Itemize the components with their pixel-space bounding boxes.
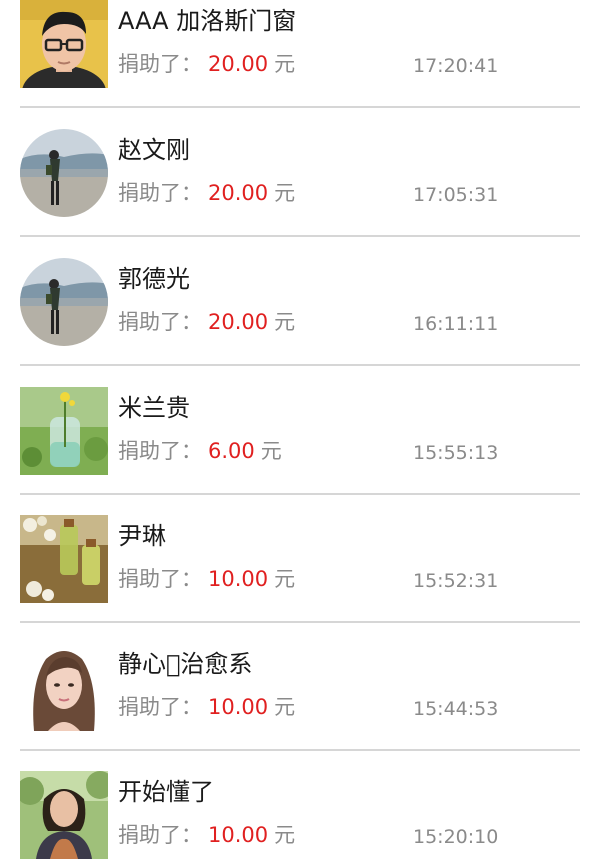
donation-amount: 10.00 bbox=[208, 567, 269, 591]
donor-name: 尹琳 bbox=[118, 522, 166, 550]
donated-label: 捐助了： bbox=[118, 567, 202, 591]
donation-list: AAA 加洛斯门窗 捐助了： 20.00 元 17:20:41 赵文刚 捐助了： 20… bbox=[0, 0, 600, 864]
donation-time: 15:55:13 bbox=[413, 442, 499, 464]
row-divider bbox=[20, 364, 580, 366]
currency-unit: 元 bbox=[274, 567, 296, 591]
donation-time: 15:20:10 bbox=[413, 826, 499, 848]
donation-time: 17:20:41 bbox=[413, 55, 499, 77]
avatar bbox=[20, 258, 108, 346]
donation-time: 15:44:53 bbox=[413, 698, 499, 720]
donation-info: 捐助了： 20.00 元 bbox=[118, 179, 295, 207]
donation-amount: 10.00 bbox=[208, 823, 269, 847]
photo-beach-figure-avatar bbox=[20, 129, 108, 217]
donation-time: 17:05:31 bbox=[413, 184, 499, 206]
donation-time: 16:11:11 bbox=[413, 313, 499, 335]
donation-amount: 6.00 bbox=[208, 439, 255, 463]
donation-amount: 20.00 bbox=[208, 310, 269, 334]
currency-unit: 元 bbox=[274, 695, 296, 719]
donation-info: 捐助了： 20.00 元 bbox=[118, 50, 295, 78]
photo-woman-outdoor-avatar bbox=[20, 771, 108, 859]
donation-row[interactable]: 静心 治愈系 捐助了： 10.00 元 15:44:53 bbox=[0, 643, 600, 771]
donated-label: 捐助了： bbox=[118, 439, 202, 463]
donor-name: AAA 加洛斯门窗 bbox=[118, 7, 297, 35]
donation-time: 15:52:31 bbox=[413, 570, 499, 592]
donation-info: 捐助了： 10.00 元 bbox=[118, 693, 295, 721]
currency-unit: 元 bbox=[274, 181, 296, 205]
donation-info: 捐助了： 6.00 元 bbox=[118, 437, 282, 465]
photo-bottles-flowers-avatar bbox=[20, 515, 108, 603]
avatar bbox=[20, 0, 108, 88]
donor-name: 郭德光 bbox=[118, 265, 190, 293]
avatar bbox=[20, 387, 108, 475]
donation-amount: 20.00 bbox=[208, 181, 269, 205]
photo-flower-vase-avatar bbox=[20, 387, 108, 475]
donor-name: 米兰贵 bbox=[118, 394, 190, 422]
avatar bbox=[20, 771, 108, 859]
donation-row[interactable]: 赵文刚 捐助了： 20.00 元 17:05:31 bbox=[0, 129, 600, 257]
currency-unit: 元 bbox=[274, 823, 296, 847]
donation-row[interactable]: AAA 加洛斯门窗 捐助了： 20.00 元 17:20:41 bbox=[0, 0, 600, 128]
currency-unit: 元 bbox=[274, 310, 296, 334]
donation-row[interactable]: 米兰贵 捐助了： 6.00 元 15:55:13 bbox=[0, 387, 600, 515]
donation-row[interactable]: 郭德光 捐助了： 20.00 元 16:11:11 bbox=[0, 258, 600, 386]
photo-beach-figure-avatar bbox=[20, 258, 108, 346]
donor-name: 赵文刚 bbox=[118, 136, 190, 164]
donation-info: 捐助了： 10.00 元 bbox=[118, 821, 295, 849]
donor-name: 静心 治愈系 bbox=[118, 650, 253, 678]
donated-label: 捐助了： bbox=[118, 52, 202, 76]
donation-amount: 10.00 bbox=[208, 695, 269, 719]
currency-unit: 元 bbox=[274, 52, 296, 76]
donation-amount: 20.00 bbox=[208, 52, 269, 76]
donated-label: 捐助了： bbox=[118, 181, 202, 205]
donation-info: 捐助了： 20.00 元 bbox=[118, 308, 295, 336]
row-divider bbox=[20, 621, 580, 623]
avatar bbox=[20, 129, 108, 217]
donated-label: 捐助了： bbox=[118, 823, 202, 847]
donated-label: 捐助了： bbox=[118, 310, 202, 334]
row-divider bbox=[20, 493, 580, 495]
photo-man-glasses-avatar bbox=[20, 0, 108, 88]
donation-row[interactable]: 尹琳 捐助了： 10.00 元 15:52:31 bbox=[0, 515, 600, 643]
donated-label: 捐助了： bbox=[118, 695, 202, 719]
currency-unit: 元 bbox=[260, 439, 282, 463]
avatar bbox=[20, 643, 108, 731]
row-divider bbox=[20, 235, 580, 237]
donation-row[interactable]: 开始懂了 捐助了： 10.00 元 15:20:10 bbox=[0, 771, 600, 864]
row-divider bbox=[20, 106, 580, 108]
donor-name: 开始懂了 bbox=[118, 778, 214, 806]
row-divider bbox=[20, 749, 580, 751]
donation-info: 捐助了： 10.00 元 bbox=[118, 565, 295, 593]
avatar bbox=[20, 515, 108, 603]
photo-woman-portrait-avatar bbox=[20, 643, 108, 731]
